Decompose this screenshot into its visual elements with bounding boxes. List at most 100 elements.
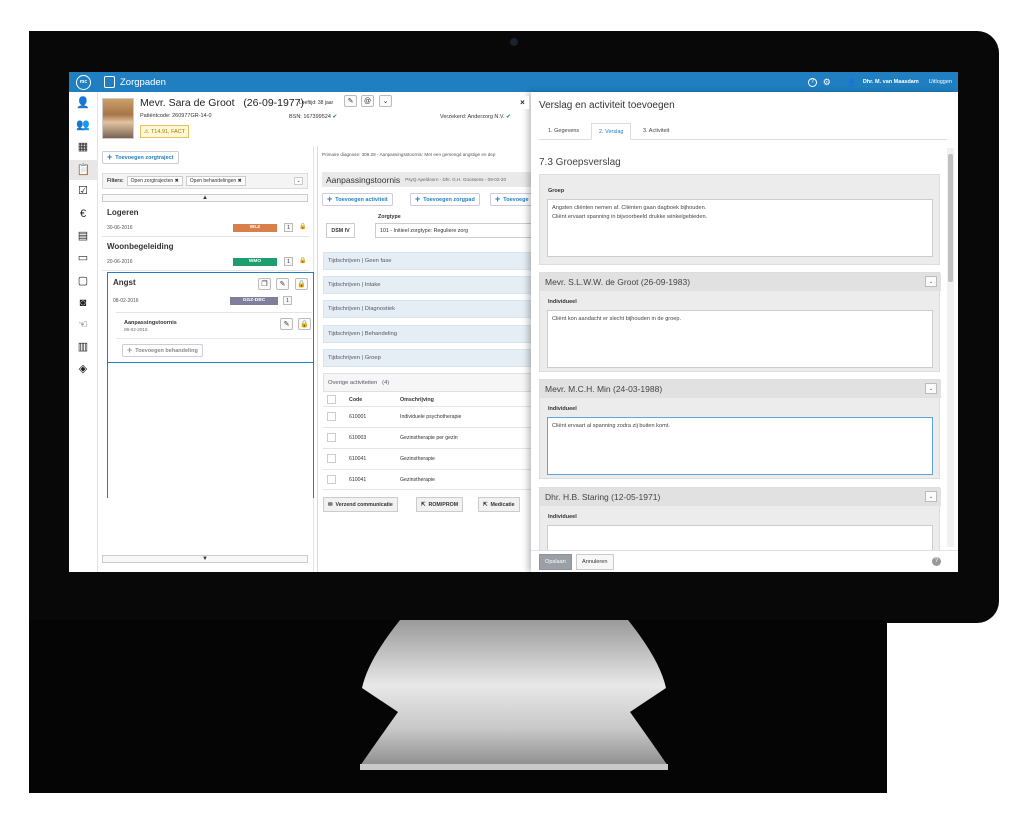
treatment-item[interactable]: Aanpassingstoornis 08-02-2016 ✎ 🔒: [116, 312, 312, 339]
invoice-icon[interactable]: ▭: [76, 252, 90, 265]
row-checkbox[interactable]: [327, 475, 336, 484]
lock-icon[interactable]: 🔒: [298, 318, 311, 330]
cancel-button[interactable]: Annuleren: [576, 554, 614, 570]
add-person-icon[interactable]: 👤: [76, 97, 90, 110]
add-activity-button[interactable]: + Toevoegen activiteit: [322, 193, 393, 206]
send-communication-button[interactable]: ✉ Verzend communicatie: [323, 497, 398, 512]
zorgtype-select[interactable]: 101 - Initieel zorgtype: Reguliere zorg: [375, 223, 534, 238]
chart-icon[interactable]: ▤: [76, 230, 90, 243]
add-trajectory-button[interactable]: + Toevoegen zorgtraject: [102, 151, 179, 164]
table-row[interactable]: 610041 Gezinstherapie: [323, 469, 534, 490]
person-header[interactable]: Mevr. M.C.H. Min (24-03-1988) ⌄: [540, 380, 941, 398]
individual-report-field[interactable]: Cliënt kon aandacht er slecht bijhouden …: [547, 310, 933, 368]
tijdschrijven-diagnostiek[interactable]: Tijdschrijven | Diagnostiek: [323, 300, 534, 318]
copy-icon[interactable]: ❐: [258, 278, 271, 290]
group-icon[interactable]: 👥: [76, 119, 90, 132]
table-row[interactable]: 610001 Individuele psychotherapie: [323, 406, 534, 427]
calendar-icon[interactable]: ▦: [76, 141, 90, 154]
count-badge: 1: [284, 257, 293, 266]
tijdschrijven-intake[interactable]: Tijdschrijven | Intake: [323, 276, 534, 294]
external-link-icon: ⇱: [421, 501, 426, 508]
checklist-icon[interactable]: ☑: [76, 185, 90, 198]
euro-icon[interactable]: €: [76, 208, 90, 221]
patient-insurance: Verzekerd: Anderzorg N.V. ✔: [440, 114, 511, 120]
dsm-select[interactable]: DSM IV: [326, 223, 355, 238]
trajectory-woonbegeleiding[interactable]: Woonbegeleiding 20-06-2016 WMO 1 🔒: [102, 237, 310, 271]
logo-icon[interactable]: mc: [76, 74, 91, 90]
patient-age: Leeftijd: 38 jaar: [299, 100, 334, 106]
trajectory-logeren[interactable]: Logeren 30-06-2016 WLZ 1 🔒: [102, 204, 310, 237]
side-nav: 👤 👥 ▦ 📋 ☑ € ▤ ▭ ▢ ◙ ☜ ▥ ◈: [69, 92, 98, 572]
tijdschrijven-behandeling[interactable]: Tijdschrijven | Behandeling: [323, 325, 534, 343]
person-card: Mevr. S.L.W.W. de Groot (26-09-1983) ⌄ In…: [539, 272, 941, 372]
edit-icon[interactable]: ✎: [276, 278, 289, 290]
warning-badge[interactable]: ⚠ T14.91, FACT: [140, 125, 189, 138]
patient-bsn: BSN: 167399524 ✔: [289, 114, 338, 120]
external-link-icon: ⇱: [483, 501, 488, 508]
media-icon[interactable]: ◙: [76, 297, 90, 310]
webcam: [510, 38, 518, 46]
add-care-path-button[interactable]: + Toevoegen zorgpad: [410, 193, 480, 206]
tijdschrijven-groep[interactable]: Tijdschrijven | Groep: [323, 349, 534, 367]
person-header[interactable]: Dhr. H.B. Staring (12-05-1971) ⌄: [540, 488, 941, 506]
help-icon[interactable]: ?: [932, 557, 941, 566]
signpost-icon[interactable]: ◈: [76, 363, 90, 376]
individual-report-field[interactable]: Cliënt ervaart al spanning zodra zij bui…: [547, 417, 933, 475]
filter-chip[interactable]: Open zorgtrajecten ✖: [126, 176, 183, 186]
table-row[interactable]: 610003 Gezinstherapie per gezin: [323, 427, 534, 448]
table-row[interactable]: 610041 Gezinstherapie: [323, 448, 534, 469]
edit-icon[interactable]: ✎: [280, 318, 293, 330]
report-icon[interactable]: ▥: [76, 341, 90, 354]
chevron-down-icon[interactable]: ⌄: [379, 95, 392, 107]
chevron-down-icon[interactable]: ⌄: [294, 177, 303, 185]
hand-icon[interactable]: ☜: [76, 319, 90, 332]
tab-gegevens[interactable]: 1. Gegevens: [541, 123, 586, 140]
panel-scrollbar[interactable]: [947, 148, 954, 547]
other-activities-header[interactable]: Overige activiteiten (4): [323, 373, 534, 392]
section-title: 7.3 Groepsverslag: [539, 157, 621, 168]
folder-icon[interactable]: ▢: [76, 275, 90, 288]
scroll-down-button[interactable]: ▼: [102, 555, 308, 563]
tijdschrijven-geen-fase[interactable]: Tijdschrijven | Geen fase: [323, 252, 534, 270]
select-all-checkbox[interactable]: [327, 395, 336, 404]
logout-link[interactable]: Uitloggen: [929, 79, 952, 85]
filter-chip[interactable]: Open behandelingen ✖: [185, 176, 246, 186]
panel-footer: Opslaan Annuleren ?: [531, 550, 958, 572]
add-more-button[interactable]: + Toevoege: [490, 193, 534, 206]
person-header[interactable]: Mevr. S.L.W.W. de Groot (26-09-1983) ⌄: [540, 273, 941, 291]
clipboard-icon[interactable]: 📋: [69, 160, 98, 180]
care-path-header: Aanpassingstoornis PsyQ Apeldoorn - Dhr.…: [322, 172, 534, 187]
user-icon: 👤: [846, 77, 857, 87]
row-checkbox[interactable]: [327, 454, 336, 463]
trajectory-detail: Primaire diagnose: 309.28 - Aanpassingss…: [317, 146, 534, 572]
user-name[interactable]: Dhr. M. van Maasdam: [863, 79, 919, 85]
edit-icon[interactable]: ✎: [344, 95, 357, 107]
rom-prom-button[interactable]: ⇱ ROM/PROM: [416, 497, 464, 512]
table-header: Code Omschrijving: [323, 392, 534, 406]
lock-icon: 🔒: [299, 258, 307, 264]
tab-verslag[interactable]: 2. Verslag: [591, 123, 632, 140]
report-panel: × Verslag en activiteit toevoegen 1. Geg…: [516, 92, 958, 572]
count-badge: 1: [284, 223, 293, 232]
individual-report-field[interactable]: [547, 525, 933, 551]
add-treatment-button[interactable]: + Toevoegen behandeling: [122, 344, 203, 357]
scroll-thumb[interactable]: [948, 154, 953, 282]
row-checkbox[interactable]: [327, 412, 336, 421]
gear-icon[interactable]: ⚙: [823, 77, 831, 88]
person-card: Dhr. H.B. Staring (12-05-1971) ⌄ Individu…: [539, 487, 941, 551]
warning-icon: ⚠: [144, 128, 149, 135]
save-button[interactable]: Opslaan: [539, 554, 572, 570]
lock-icon[interactable]: 🔒: [295, 278, 308, 290]
trajectory-angst[interactable]: Angst ❐ ✎ 🔒 08-02-2016 GGZ-DBC 1 Aanpass…: [107, 272, 314, 363]
filters-bar: Filters: Open zorgtrajecten ✖ Open behan…: [102, 173, 308, 189]
group-report-field[interactable]: Angsten cliënten nemen af. Cliënten gaan…: [547, 199, 933, 257]
medication-button[interactable]: ⇱ Medicatie: [478, 497, 520, 512]
close-icon[interactable]: ×: [516, 96, 529, 109]
group-card: Groep Angsten cliënten nemen af. Cliënte…: [539, 174, 940, 265]
help-icon[interactable]: ?: [807, 77, 817, 87]
tab-activiteit[interactable]: 3. Activiteit: [636, 123, 676, 140]
at-icon[interactable]: @: [361, 95, 374, 107]
app-screen: mc Zorgpaden ? ⚙ 👤 Dhr. M. van Maasdam U…: [69, 72, 958, 572]
row-checkbox[interactable]: [327, 433, 336, 442]
scroll-up-button[interactable]: ▲: [102, 194, 308, 202]
